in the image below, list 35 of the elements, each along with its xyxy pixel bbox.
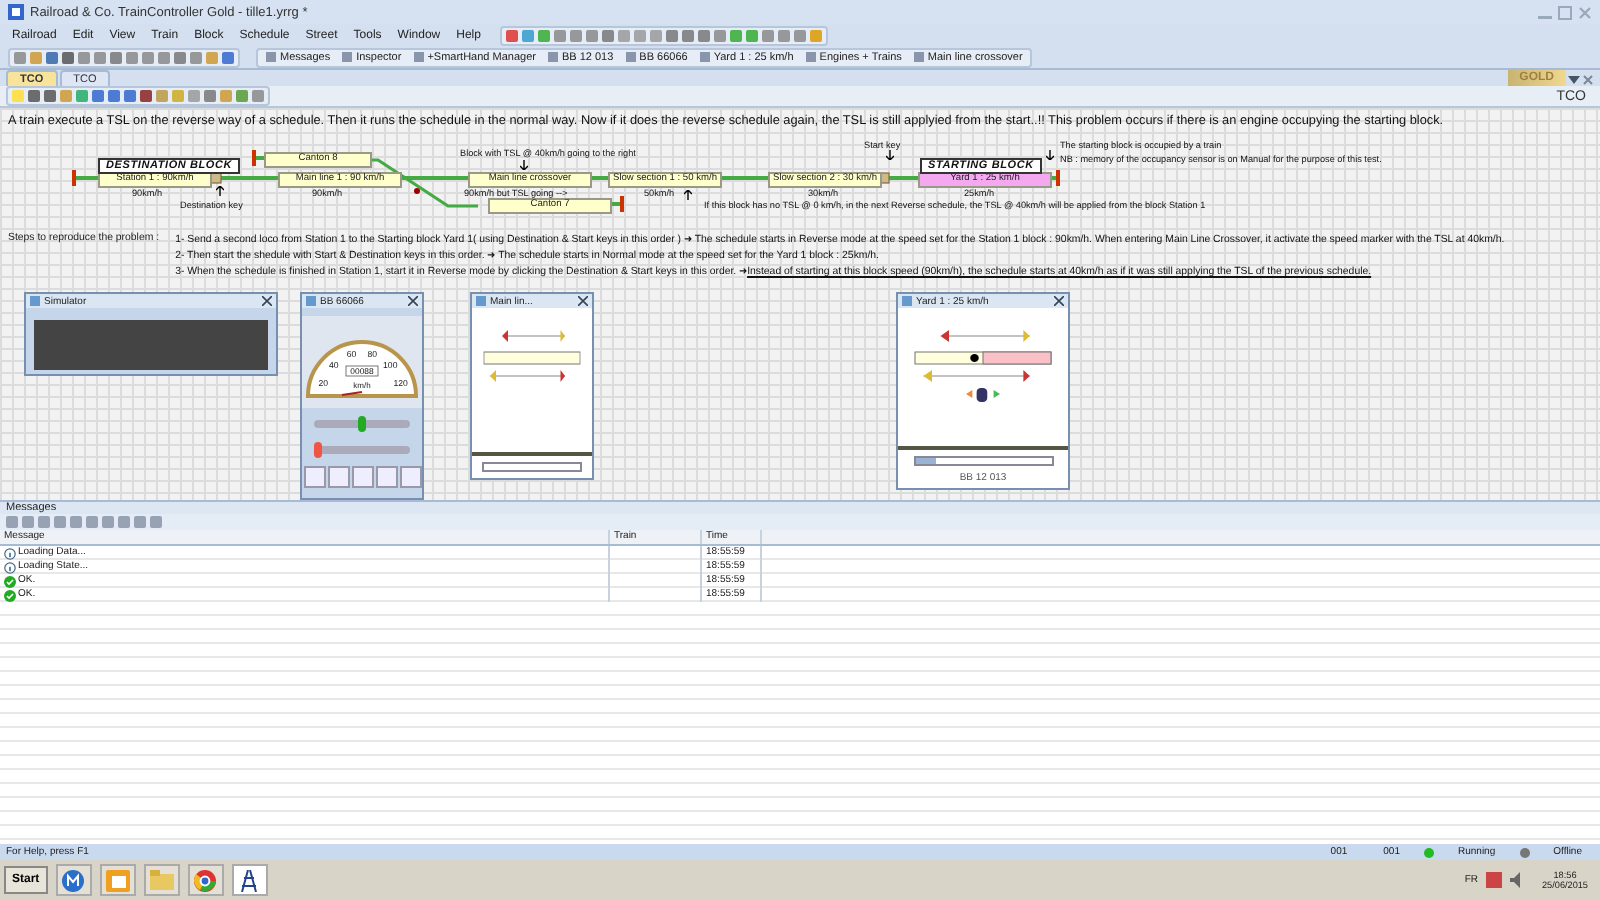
throttle-slider[interactable] bbox=[314, 420, 410, 428]
window-icon bbox=[306, 296, 316, 306]
function-button[interactable] bbox=[303, 466, 325, 488]
slider-thumb[interactable] bbox=[314, 442, 323, 458]
function-button[interactable] bbox=[399, 466, 421, 488]
dot-icon bbox=[414, 188, 420, 194]
brake-slider[interactable] bbox=[314, 446, 410, 454]
close-icon[interactable] bbox=[1054, 296, 1064, 306]
speaker-icon[interactable] bbox=[1510, 872, 1526, 888]
function-button[interactable] bbox=[375, 466, 397, 488]
function-button[interactable] bbox=[327, 466, 349, 488]
up-arrow-icon bbox=[216, 186, 224, 196]
close-icon[interactable] bbox=[408, 296, 418, 306]
down-arrow-icon bbox=[886, 150, 894, 160]
taskbar-app[interactable] bbox=[187, 864, 224, 896]
browser-icon bbox=[194, 869, 217, 891]
taskbar-app[interactable] bbox=[55, 864, 92, 896]
slider-thumb[interactable] bbox=[358, 416, 366, 432]
app-icon bbox=[8, 4, 24, 20]
window-icon bbox=[30, 296, 40, 306]
railroad-icon bbox=[238, 869, 261, 891]
close-icon[interactable] bbox=[578, 296, 588, 306]
down-arrow-icon bbox=[1046, 150, 1054, 160]
function-button[interactable] bbox=[351, 466, 373, 488]
calendar-icon bbox=[105, 869, 130, 891]
folder-icon bbox=[149, 870, 174, 890]
track-line bbox=[718, 176, 768, 180]
m-circle-icon bbox=[62, 869, 85, 891]
up-arrow-icon bbox=[684, 190, 692, 200]
down-arrow-icon bbox=[520, 160, 528, 170]
window-icon bbox=[902, 296, 912, 306]
window-icon bbox=[476, 296, 486, 306]
taskbar-app[interactable] bbox=[231, 864, 268, 896]
maximize-icon[interactable] bbox=[1558, 5, 1572, 19]
close-icon[interactable] bbox=[262, 296, 272, 306]
